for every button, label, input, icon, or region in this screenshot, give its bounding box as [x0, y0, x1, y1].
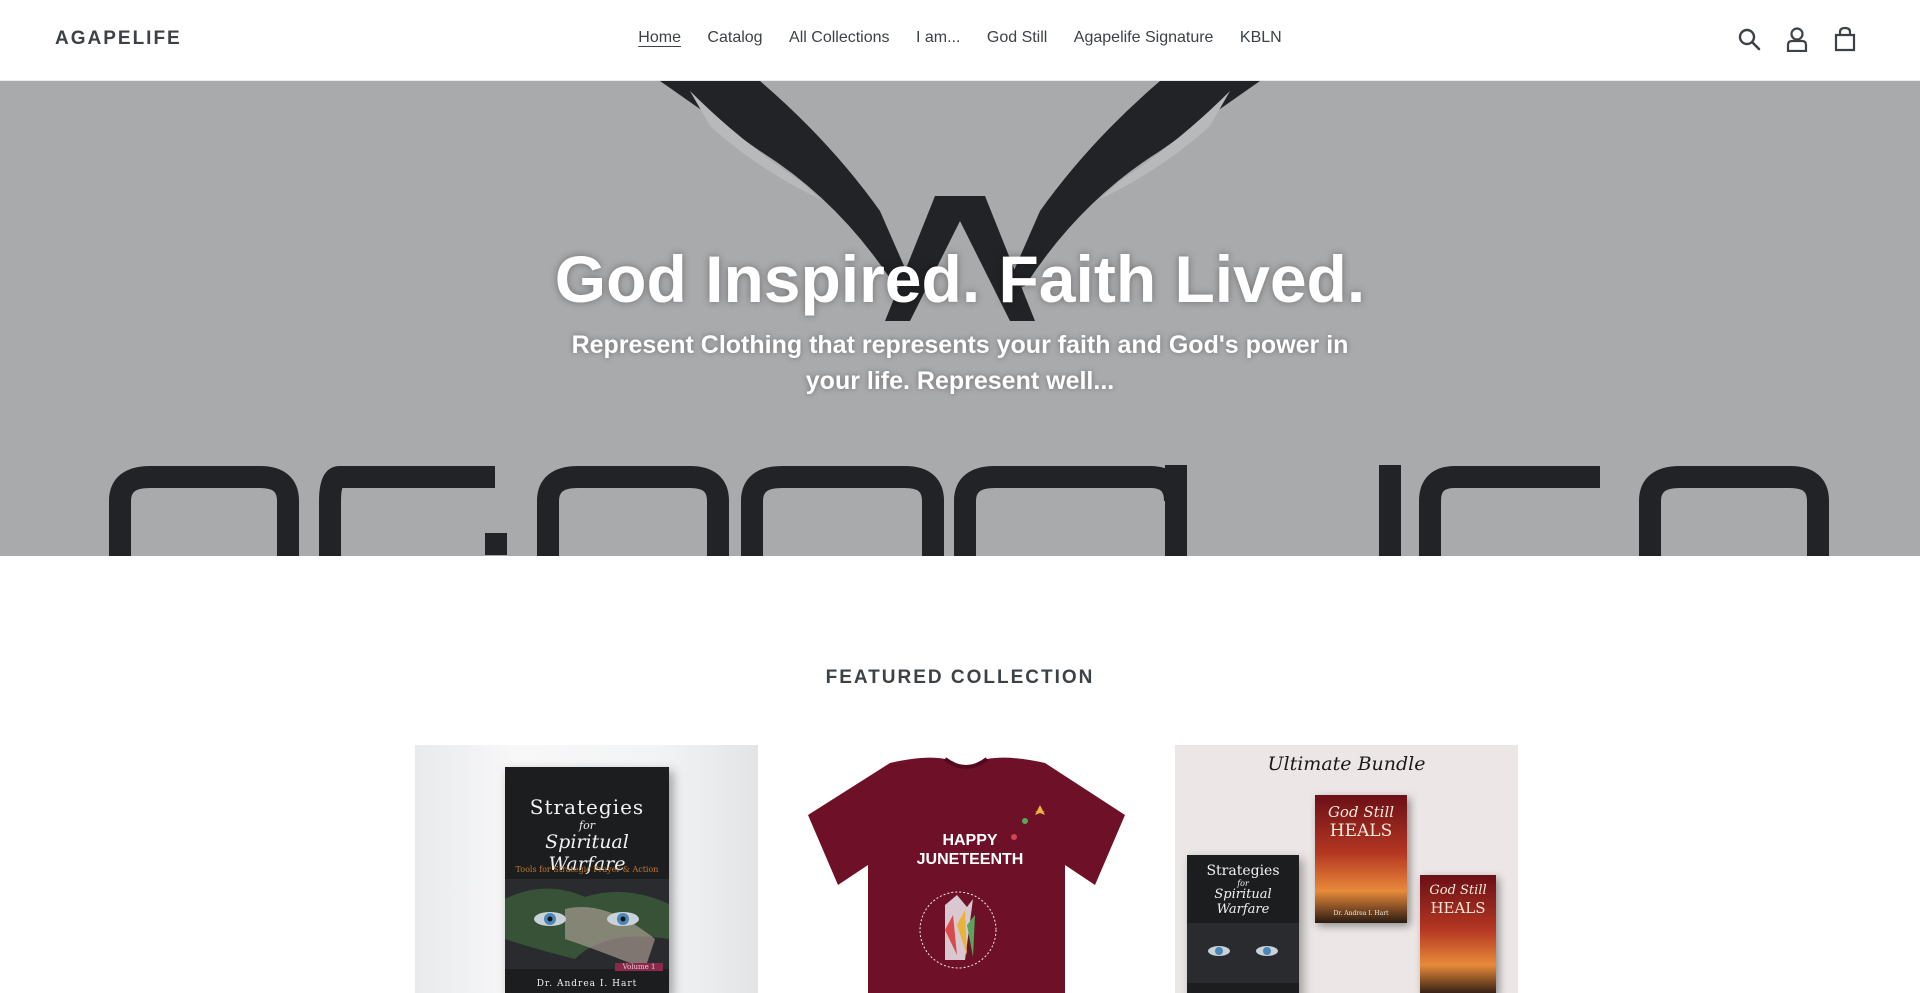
strategies-book-small: Strategies for Spiritual Warfare [1187, 855, 1299, 993]
product-card-strategies-book[interactable]: Strategies for Spiritual Warfare Tools f… [415, 745, 758, 993]
small-book-eyes-art [1187, 923, 1299, 983]
nav-item-all-collections[interactable]: All Collections [789, 29, 889, 47]
book-cover-author: Dr. Andrea I. Hart [536, 979, 638, 989]
agapelife-logo-background [109, 81, 1829, 556]
book-cover-eyes-art [505, 879, 669, 969]
book-b-title-1: God Still [1429, 883, 1487, 898]
shirt-line-happy: HAPPY [942, 832, 998, 849]
god-still-heals-book-b: God Still HEALS [1420, 875, 1496, 993]
book-a-author: Dr. Andrea I. Hart [1333, 910, 1389, 917]
tshirt-image [808, 757, 1125, 993]
main-nav: Home Catalog All Collections I am... God… [0, 29, 1920, 47]
nav-item-kbln[interactable]: KBLN [1240, 29, 1282, 47]
book-a-title-1: God Still [1327, 803, 1395, 821]
product-card-juneteenth-shirt[interactable]: HAPPY JUNETEENTH [795, 745, 1138, 993]
featured-collection-title: FEATURED COLLECTION [825, 667, 1095, 688]
nav-item-catalog[interactable]: Catalog [707, 29, 762, 47]
bundle-title: Ultimate Bundle [1267, 753, 1426, 775]
god-still-heals-book-a: God Still HEALS Dr. Andrea I. Hart [1315, 795, 1407, 923]
site-header: AGAPELIFE Home Catalog All Collections I… [0, 0, 1920, 81]
nav-item-agapelife-signature[interactable]: Agapelife Signature [1074, 29, 1214, 47]
nav-item-god-still[interactable]: God Still [987, 29, 1047, 47]
hero-banner: God Inspired. Faith Lived. Represent Clo… [0, 81, 1920, 556]
search-icon[interactable] [1736, 24, 1762, 54]
book-cover-volume: Volume 1 [615, 963, 663, 971]
product-grid: Strategies for Spiritual Warfare Tools f… [415, 745, 1518, 993]
hero-title: God Inspired. Faith Lived. [554, 242, 1366, 316]
book-cover-title: Strategies [529, 795, 645, 819]
book-cover-image: Strategies for Spiritual Warfare Tools f… [505, 767, 669, 993]
header-icons [1736, 24, 1858, 54]
book-b-title-2: HEALS [1430, 899, 1486, 917]
shirt-print-text: HAPPY JUNETEENTH [915, 831, 1025, 869]
book-a-title-2: HEALS [1329, 821, 1393, 841]
shirt-line-juneteenth: JUNETEENTH [916, 851, 1024, 868]
cart-icon[interactable] [1832, 24, 1858, 54]
product-card-ultimate-bundle[interactable]: Ultimate Bundle God Still HEALS Dr. Andr… [1175, 745, 1518, 993]
account-icon[interactable] [1784, 24, 1810, 54]
hero-subtitle: Represent Clothing that represents your … [571, 331, 1349, 395]
book-cover-tagline: Tools for Strategic Prayer & Action [515, 865, 659, 874]
small-book-title: Strategies [1206, 863, 1280, 879]
small-book-subtitle: Spiritual Warfare [1214, 887, 1272, 917]
nav-item-i-am[interactable]: I am... [916, 29, 960, 47]
nav-item-home[interactable]: Home [638, 29, 681, 47]
